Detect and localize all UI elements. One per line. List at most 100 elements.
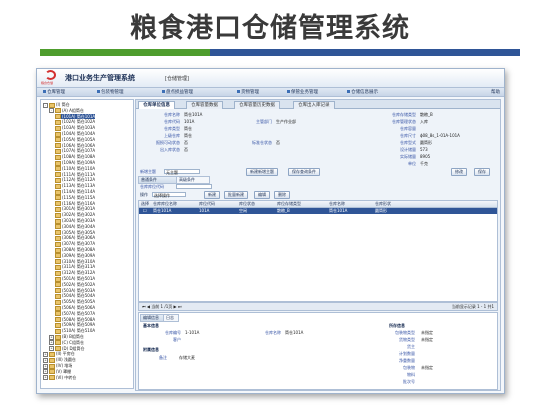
tab-edit-info[interactable]: 编辑信息 <box>140 314 164 322</box>
tree-node[interactable]: (110A) 筒仓110A <box>55 166 95 172</box>
ops-select[interactable]: 选择操作 <box>152 192 186 198</box>
tree-node[interactable]: (308A) 筒仓308A <box>55 247 95 253</box>
menu-item-custody[interactable]: 保管业务管理 <box>287 89 318 95</box>
tree-node[interactable]: (309A) 筒仓309A <box>55 253 95 259</box>
last-page-icon[interactable]: ⏭ <box>178 304 182 309</box>
save-info-button[interactable]: 保存 <box>474 168 490 176</box>
expand-icon[interactable]: + <box>49 334 54 340</box>
tree-node[interactable]: (101A) 筒仓101A <box>55 113 96 120</box>
expand-icon[interactable]: + <box>49 340 54 346</box>
tree-node[interactable]: (104A) 筒仓104A <box>55 131 95 137</box>
tree-node[interactable]: (106A) 筒仓106A <box>55 143 95 149</box>
tree-node[interactable]: (306A) 筒仓306A <box>55 235 95 241</box>
batch-new-button[interactable]: 批量新建 <box>224 191 248 199</box>
topic-select[interactable]: 无主题 <box>164 169 200 175</box>
tree-node[interactable]: (305A) 筒仓305A <box>55 230 95 236</box>
tree-node[interactable]: (304A) 筒仓304A <box>55 224 95 230</box>
tree-node[interactable]: (307A) 筒仓307A <box>55 241 95 247</box>
tree-node[interactable]: - (I) 筒仓 <box>43 102 70 108</box>
delete-button[interactable]: 删除 <box>274 191 290 199</box>
new-topic-button[interactable]: 新建新增主题 <box>246 168 278 176</box>
prev-page-icon[interactable]: ◀ <box>147 304 150 309</box>
tree-node[interactable]: (311A) 筒仓311A <box>55 264 95 270</box>
expand-icon[interactable]: + <box>43 375 48 381</box>
tree-node[interactable]: (312A) 筒仓312A <box>55 270 95 276</box>
col-location-status[interactable]: 库位状态 <box>239 201 255 207</box>
tree-node[interactable]: (302A) 筒仓302A <box>55 212 95 218</box>
tree-node[interactable]: (310A) 筒仓310A <box>55 259 95 265</box>
new-button[interactable]: 新建 <box>204 191 220 199</box>
tree-node[interactable]: + (IV) 堆场 <box>43 363 72 369</box>
edit-row-button[interactable]: 编辑 <box>254 191 270 199</box>
collapse-icon[interactable]: - <box>43 102 48 108</box>
tree-node[interactable]: (301A) 筒仓301A <box>55 206 95 212</box>
col-warehouse-name[interactable]: 仓库名称 <box>329 201 345 207</box>
tree-node[interactable]: (107A) 筒仓107A <box>55 148 96 154</box>
tree-node[interactable]: (103A) 筒仓103A <box>55 125 95 131</box>
tab-warehouse-info[interactable]: 仓库单位信息 <box>138 101 175 109</box>
tree-node[interactable]: (108A) 筒仓108A <box>55 154 95 160</box>
tree-node[interactable]: (506A) 筒仓506A <box>55 305 95 311</box>
menu-item-warehouse[interactable]: 仓库管理 <box>43 89 65 95</box>
tree-node[interactable]: (508A) 筒仓508A <box>55 317 95 323</box>
tree-node[interactable]: + (VI) 中转仓 <box>43 375 76 381</box>
tree-node[interactable]: (501A) 筒仓501A <box>55 276 95 282</box>
tree-node[interactable]: (102A) 筒仓102A <box>55 119 95 125</box>
tree-node[interactable]: + (B) B组筒仓 <box>49 334 84 340</box>
tab-capacity[interactable]: 仓库容量数据 <box>186 101 223 109</box>
expand-icon[interactable]: + <box>43 357 48 363</box>
tree-node-label: (107A) 筒仓107A <box>62 148 96 154</box>
tree-node[interactable]: (114A) 筒仓114A <box>55 189 95 195</box>
tree-node[interactable]: (109A) 筒仓109A <box>55 160 95 166</box>
tree-node[interactable]: - (A) A组筒仓 <box>49 108 84 114</box>
row-checkbox[interactable]: ☐ <box>143 208 147 214</box>
expand-icon[interactable]: + <box>43 369 48 375</box>
col-warehouse-shape[interactable]: 仓库形状 <box>375 201 391 207</box>
tree-node[interactable]: (503A) 筒仓503A <box>55 288 95 294</box>
menu-item-goods[interactable]: 货物管理 <box>237 89 259 95</box>
tree-node[interactable]: (505A) 筒仓505A <box>55 299 95 305</box>
col-location-name[interactable]: 仓库库位名称 <box>153 201 177 207</box>
page-number[interactable]: 1 <box>161 304 164 309</box>
col-storage-type[interactable]: 库位存储类型 <box>277 201 301 207</box>
tree-node[interactable]: (112A) 筒仓112A <box>55 177 95 183</box>
tree-node[interactable]: + (D) D组筒仓 <box>49 346 85 352</box>
tree-node[interactable]: (105A) 筒仓105A <box>55 137 95 143</box>
col-location-code[interactable]: 库位代码 <box>199 201 215 207</box>
first-page-icon[interactable]: ⏮ <box>142 304 146 309</box>
tree-node[interactable]: + (III) 浅圆仓 <box>43 357 76 363</box>
save-query-button[interactable]: 保存查询条件 <box>288 168 320 176</box>
tree-node[interactable]: (115A) 筒仓115A <box>55 195 95 201</box>
tab-log[interactable]: 日志 <box>163 314 179 322</box>
tree-node[interactable]: + (C) C组筒仓 <box>49 340 84 346</box>
tree-node[interactable]: + (V) 罩棚 <box>43 369 71 375</box>
tree-node[interactable]: (510A) 筒仓510A <box>55 328 95 334</box>
expand-icon[interactable]: + <box>43 351 48 357</box>
tree-node[interactable]: (113A) 筒仓113A <box>55 183 95 189</box>
tree-node[interactable]: (502A) 筒仓502A <box>55 282 95 288</box>
tree-node[interactable]: (504A) 筒仓504A <box>55 293 95 299</box>
expand-icon[interactable]: + <box>49 346 54 352</box>
help-link[interactable]: 帮助 <box>491 89 500 95</box>
tab-capacity-history[interactable]: 仓库容量历史数据 <box>234 101 280 109</box>
menu-item-packaging[interactable]: 包装物管理 <box>97 89 124 95</box>
location-code-input[interactable] <box>176 184 212 189</box>
col-select[interactable]: 选择 <box>141 201 149 207</box>
table-row[interactable]: ☐ 筒仓101A 101A 空闲 散粮_B 筒仓101A 圆筒形 <box>139 208 497 214</box>
expand-icon[interactable]: + <box>43 363 48 369</box>
tree-node[interactable]: (111A) 筒仓111A <box>55 172 95 178</box>
edit-button[interactable]: 修改 <box>451 168 467 176</box>
menu-item-display[interactable]: 仓储信息展示 <box>347 89 378 95</box>
advanced-condition-tab[interactable]: 高级条件 <box>176 176 210 184</box>
folder-icon <box>55 235 61 241</box>
tree-node[interactable]: (116A) 筒仓116A <box>55 201 95 207</box>
tree-node[interactable]: (303A) 筒仓303A <box>55 218 95 224</box>
tree-node[interactable]: (507A) 筒仓507A <box>55 311 95 317</box>
tree-node[interactable]: (509A) 筒仓509A <box>55 322 95 328</box>
collapse-icon[interactable]: - <box>49 108 54 114</box>
tab-inout-records[interactable]: 仓库出入库记录 <box>293 101 335 109</box>
next-page-icon[interactable]: ▶ <box>174 304 177 309</box>
tree-node[interactable]: + (II) 平房仓 <box>43 351 75 357</box>
menu-item-inventory[interactable]: 盘点损益管理 <box>162 89 193 95</box>
folder-icon <box>49 369 55 375</box>
